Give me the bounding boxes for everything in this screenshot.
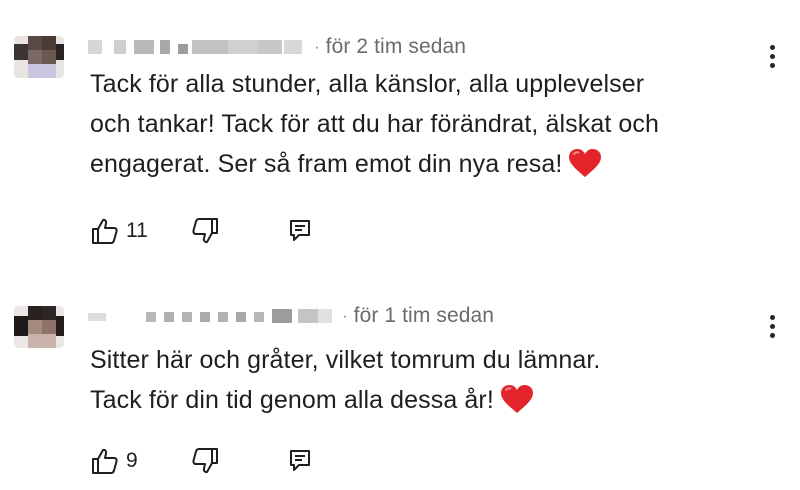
red-heart-icon <box>569 149 602 177</box>
author-name-redacted[interactable] <box>88 305 338 327</box>
reply-button[interactable] <box>286 447 314 475</box>
comment-timestamp[interactable]: för 2 tim sedan <box>326 35 466 59</box>
like-button[interactable]: 11 <box>90 216 190 246</box>
more-vertical-icon-dot <box>769 62 775 68</box>
like-button[interactable]: 9 <box>90 446 190 476</box>
comment-text-line: engagerat. Ser så fram emot din nya resa… <box>90 150 563 178</box>
red-heart-icon <box>500 385 533 413</box>
thumb-down-icon <box>192 448 218 474</box>
comment-text: Sitter här och gråter, vilket tomrum du … <box>90 340 770 420</box>
comment-actions: 9 <box>90 444 314 478</box>
comment-meta: · för 1 tim sedan <box>88 303 494 329</box>
thumb-down-icon <box>192 218 218 244</box>
more-vertical-icon-dot <box>769 332 775 338</box>
dislike-button[interactable] <box>190 216 286 246</box>
author-name-redacted[interactable] <box>88 36 310 58</box>
more-vertical-icon-dot <box>769 53 775 59</box>
comment-text-line: Tack för alla stunder, alla känslor, all… <box>90 70 645 98</box>
thumb-up-icon <box>92 448 118 474</box>
thumb-up-icon <box>92 218 118 244</box>
reply-comment-icon <box>290 220 310 241</box>
reply-comment-icon <box>290 450 310 471</box>
comment-text: Tack för alla stunder, alla känslor, all… <box>90 64 770 184</box>
comment-menu-button[interactable] <box>758 312 786 340</box>
more-vertical-icon-dot <box>769 323 775 329</box>
more-vertical-icon <box>769 314 775 320</box>
more-vertical-icon <box>769 44 775 50</box>
comment-meta: · för 2 tim sedan <box>88 34 466 60</box>
comment-text-line: och tankar! Tack för att du har förändra… <box>90 110 660 138</box>
comment: · för 2 tim sedan Tack för alla stunder,… <box>0 0 800 270</box>
avatar[interactable] <box>14 36 64 78</box>
reply-button[interactable] <box>286 217 314 245</box>
separator-dot: · <box>314 37 320 56</box>
like-count: 11 <box>126 219 148 242</box>
comment-text-line-last: Tack för din tid genom alla dessa år! <box>90 380 770 420</box>
dislike-button[interactable] <box>190 446 286 476</box>
avatar[interactable] <box>14 306 64 348</box>
comment-text-line-last: engagerat. Ser så fram emot din nya resa… <box>90 144 770 184</box>
comment-text-line: Sitter här och gråter, vilket tomrum du … <box>90 346 601 374</box>
comment-timestamp[interactable]: för 1 tim sedan <box>354 304 494 328</box>
separator-dot: · <box>342 306 348 325</box>
comment: · för 1 tim sedan Sitter här och gråter,… <box>0 270 800 490</box>
comment-text-line: Tack för din tid genom alla dessa år! <box>90 386 494 414</box>
comment-actions: 11 <box>90 214 314 248</box>
like-count: 9 <box>126 449 138 472</box>
